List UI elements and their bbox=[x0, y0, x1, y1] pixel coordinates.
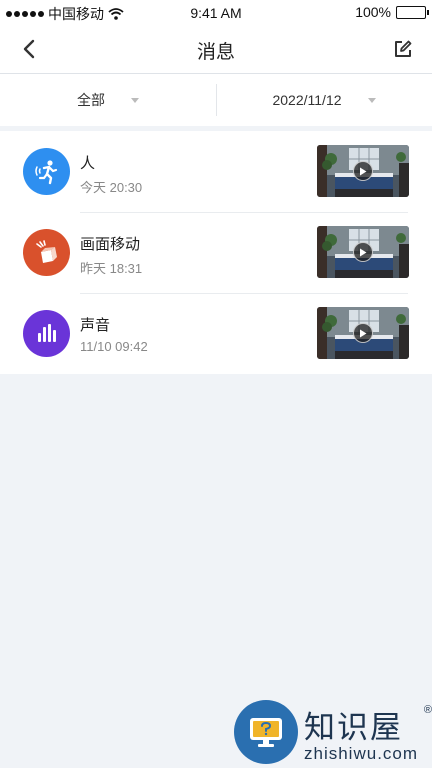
edit-icon bbox=[395, 40, 412, 57]
navigation-bar: 消息 bbox=[0, 24, 432, 74]
event-title: 人 bbox=[80, 155, 96, 172]
event-list: 人 今天 20:30 画面移动 昨天 18:31 声音 11/10 09:42 bbox=[0, 131, 432, 374]
registered-mark: ® bbox=[423, 704, 432, 716]
event-title: 画面移动 bbox=[80, 236, 141, 253]
running-person-icon bbox=[23, 148, 70, 195]
event-row[interactable]: 画面移动 昨天 18:31 bbox=[0, 212, 432, 293]
event-time: 今天 20:30 bbox=[80, 180, 143, 195]
battery-info: 100% bbox=[355, 4, 429, 20]
caret-down-icon bbox=[367, 97, 376, 103]
event-row[interactable]: 人 今天 20:30 bbox=[0, 131, 432, 212]
event-title: 声音 bbox=[80, 317, 111, 334]
battery-percent: 100% bbox=[355, 4, 391, 20]
video-thumbnail[interactable] bbox=[317, 226, 409, 278]
edit-button[interactable] bbox=[388, 34, 418, 64]
watermark-name: 知识屋 bbox=[304, 710, 403, 746]
sound-bars-icon bbox=[23, 310, 70, 357]
filter-bar: 全部 2022/11/12 bbox=[0, 74, 432, 126]
page-title: 消息 bbox=[196, 42, 235, 63]
event-time: 昨天 18:31 bbox=[80, 261, 143, 276]
date-filter-label: 2022/11/12 bbox=[272, 92, 342, 108]
monitor-question-icon bbox=[234, 700, 298, 764]
event-row[interactable]: 声音 11/10 09:42 bbox=[0, 293, 432, 374]
play-icon bbox=[353, 161, 373, 181]
battery-icon bbox=[396, 5, 429, 19]
watermark-url: zhishiwu.com bbox=[304, 744, 419, 763]
moving-box-icon bbox=[23, 229, 70, 276]
watermark-logo: 知识屋 ® zhishiwu.com bbox=[234, 700, 432, 768]
type-filter[interactable]: 全部 bbox=[0, 74, 216, 126]
video-thumbnail[interactable] bbox=[317, 307, 409, 359]
date-filter[interactable]: 2022/11/12 bbox=[216, 74, 432, 126]
type-filter-label: 全部 bbox=[77, 92, 105, 108]
event-time: 11/10 09:42 bbox=[80, 339, 148, 354]
status-bar: 中国移动 9:41 AM 100% bbox=[0, 0, 432, 24]
play-icon bbox=[353, 323, 373, 343]
caret-down-icon bbox=[131, 97, 139, 103]
video-thumbnail[interactable] bbox=[317, 145, 409, 197]
play-icon bbox=[353, 242, 373, 262]
